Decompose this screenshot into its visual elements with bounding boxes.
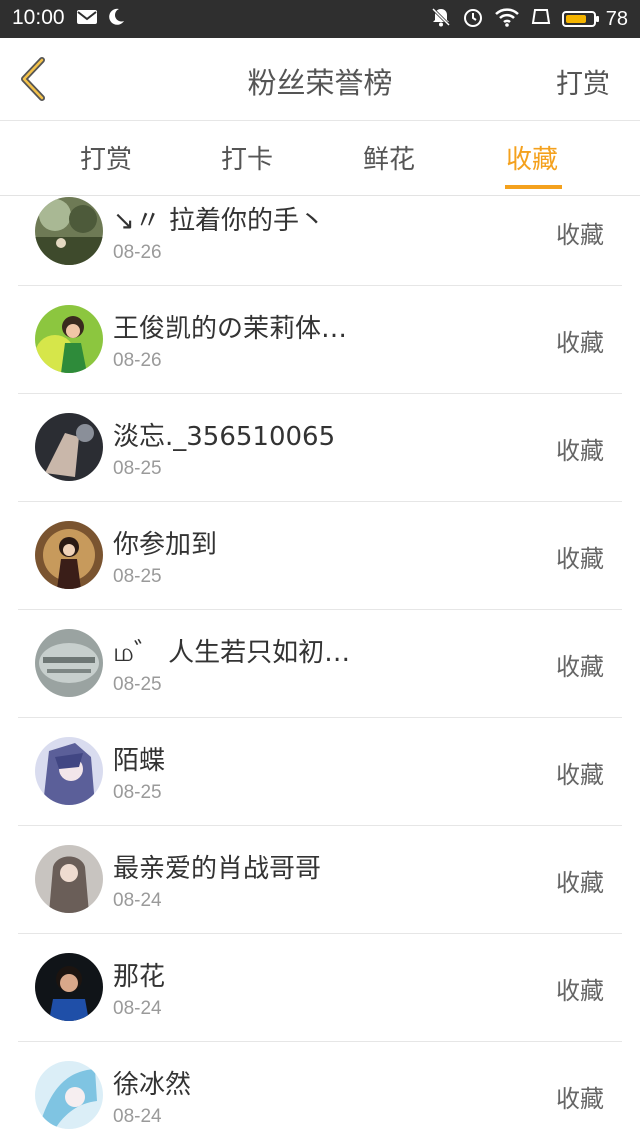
user-name: 王俊凯的の茉莉体… [113,314,348,344]
user-name: 最亲爱的肖战哥哥 [113,854,322,884]
item-action-label: 收藏 [556,1085,604,1113]
user-name: ம゛ 人生若只如初… [113,638,351,668]
avatar[interactable] [35,629,103,697]
item-action-label: 收藏 [556,545,604,573]
avatar[interactable] [35,737,103,805]
avatar[interactable] [35,521,103,589]
list-item[interactable]: 淡忘._356510065 08-25 收藏 [18,394,622,502]
list-item[interactable]: 最亲爱的肖战哥哥 08-24 收藏 [18,826,622,934]
moon-icon [106,7,126,31]
wifi-icon [494,7,520,31]
user-name: 你参加到 [113,530,218,560]
avatar[interactable] [35,413,103,481]
status-time: 10:00 [12,6,65,29]
user-name: 那花 [113,962,166,992]
item-date: 08-26 [113,350,162,371]
page-title: 粉丝荣誉榜 [247,66,393,100]
item-action-label: 收藏 [556,437,604,465]
avatar[interactable] [35,305,103,373]
tab-flowers[interactable]: 鲜花 [363,139,415,176]
item-action-label: 收藏 [556,221,604,249]
item-action-label: 收藏 [556,653,604,681]
battery-icon [561,11,599,27]
battery-percent: 78 [605,7,628,30]
list-item[interactable]: 陌蝶 08-25 收藏 [18,718,622,826]
mail-icon [76,8,98,30]
bell-off-icon [430,6,452,32]
status-bar: 10:00 78 [0,0,640,38]
tip-button[interactable]: 打赏 [556,62,610,101]
list-item[interactable]: 那花 08-24 收藏 [18,934,622,1042]
fans-list[interactable]: ↘〃 拉着你的手丶 08-26 收藏 王俊凯的の茉莉体… 08-26 收藏 淡忘… [0,196,640,1138]
active-tab-indicator [505,185,562,189]
item-date: 08-25 [113,566,162,587]
item-action-label: 收藏 [556,329,604,357]
user-name: 淡忘._356510065 [113,422,336,452]
item-date: 08-24 [113,998,162,1019]
list-item[interactable]: ↘〃 拉着你的手丶 08-26 收藏 [18,196,622,286]
header: 粉丝荣誉榜 打赏 [0,38,640,121]
item-date: 08-25 [113,782,162,803]
list-item[interactable]: 你参加到 08-25 收藏 [18,502,622,610]
user-name: 陌蝶 [113,746,166,776]
item-date: 08-25 [113,674,162,695]
battery-fill [565,15,586,23]
list-item[interactable]: 王俊凯的の茉莉体… 08-26 收藏 [18,286,622,394]
tab-checkin[interactable]: 打卡 [221,139,273,176]
item-date: 08-25 [113,458,162,479]
avatar[interactable] [35,953,103,1021]
item-action-label: 收藏 [556,869,604,897]
signal-icon [530,8,552,30]
list-item[interactable]: ம゛ 人生若只如初… 08-25 收藏 [18,610,622,718]
item-action-label: 收藏 [556,761,604,789]
tab-favorites[interactable]: 收藏 [506,139,558,176]
item-action-label: 收藏 [556,977,604,1005]
user-name: 徐冰然 [113,1070,192,1100]
avatar[interactable] [35,197,103,265]
item-date: 08-24 [113,890,162,911]
alarm-icon [462,6,484,32]
user-name: ↘〃 拉着你的手丶 [113,206,326,236]
item-date: 08-24 [113,1106,162,1127]
list-item[interactable]: 徐冰然 08-24 收藏 [18,1042,622,1138]
item-date: 08-26 [113,242,162,263]
avatar[interactable] [35,1061,103,1129]
tab-tip[interactable]: 打赏 [80,139,132,176]
avatar[interactable] [35,845,103,913]
